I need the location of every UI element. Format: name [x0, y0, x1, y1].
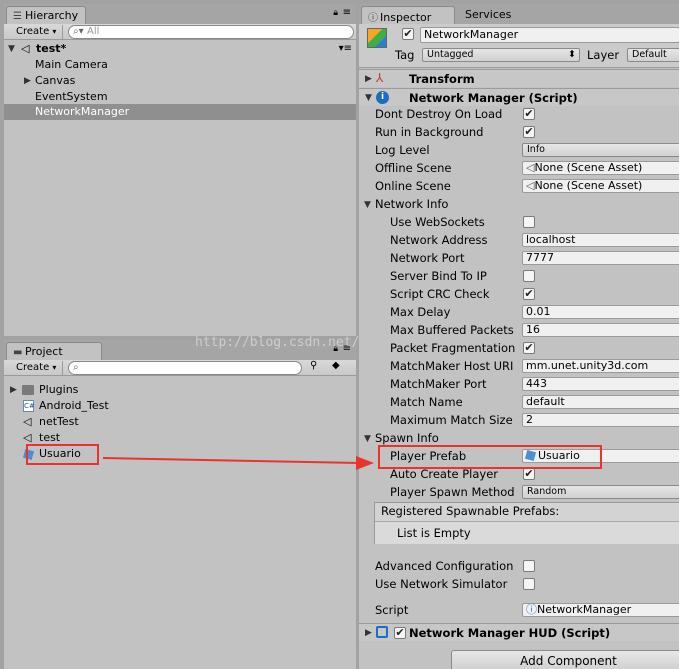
arrow-head [356, 456, 374, 470]
arrow-line [102, 457, 361, 464]
annotation-arrow [102, 456, 374, 470]
